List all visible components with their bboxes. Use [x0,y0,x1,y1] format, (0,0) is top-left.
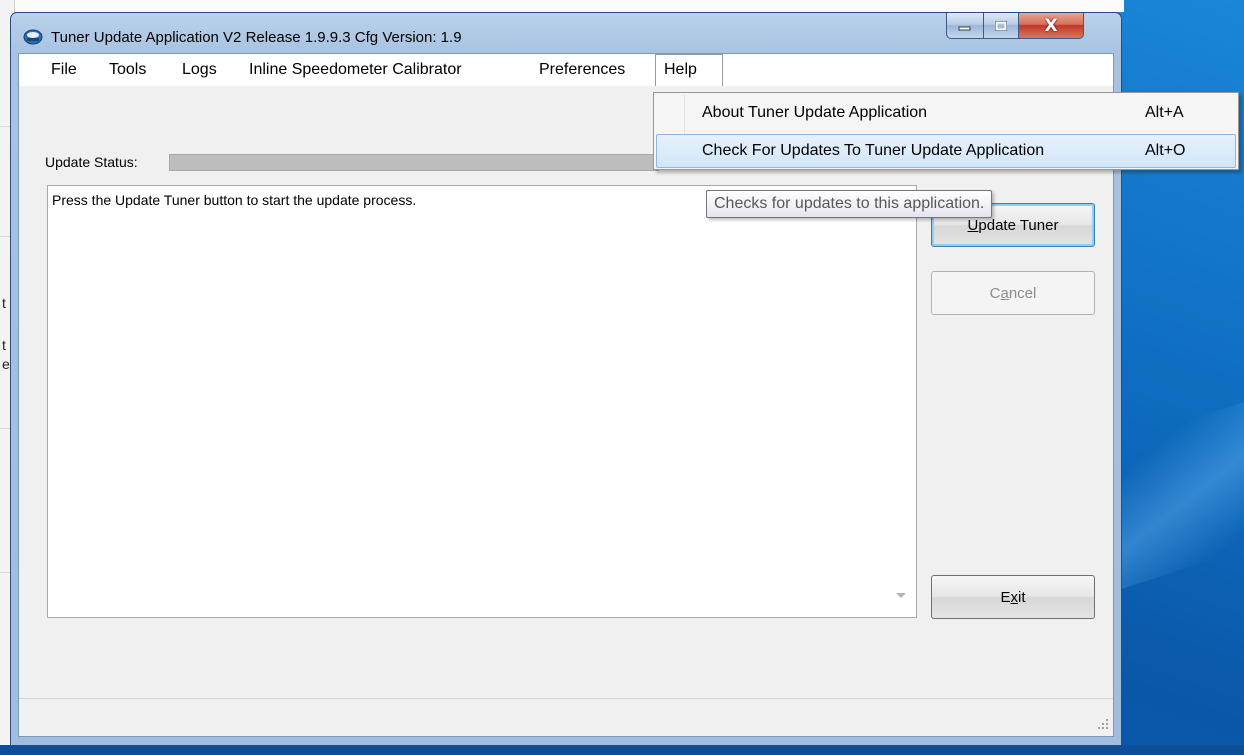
menu-item-check-for-updates-shortcut: Alt+O [1145,142,1186,159]
close-icon: X [1044,15,1058,36]
menu-inline-speedometer-calibrator[interactable]: Inline Speedometer Calibrator [241,54,470,86]
menu-item-about-label: About Tuner Update Application [702,104,928,121]
menu-help[interactable]: Help [655,54,723,86]
window-title: Tuner Update Application V2 Release 1.9.… [51,29,462,46]
help-dropdown-menu: About Tuner Update Application Alt+A Che… [653,92,1239,170]
title-bar[interactable]: Tuner Update Application V2 Release 1.9.… [11,13,1121,53]
app-icon[interactable] [23,27,43,45]
exit-button[interactable]: Exit [931,575,1095,619]
background-window-char: e [2,356,10,372]
menu-bar: File Tools Logs Inline Speedometer Calib… [19,54,1113,86]
update-status-progress [169,154,659,171]
maximize-icon [995,20,1007,31]
taskbar-edge [0,745,1244,755]
minimize-button[interactable] [946,13,984,39]
background-window-char: t [2,337,6,353]
maximize-button[interactable] [983,13,1019,39]
update-status-label: Update Status: [45,154,138,170]
minimize-icon [958,26,971,30]
update-tuner-label: Update Tuner [967,216,1059,234]
scroll-down-icon[interactable] [896,593,906,598]
status-strip-divider [19,698,1113,699]
background-window-char: t [2,295,6,311]
menu-item-about-shortcut: Alt+A [1145,104,1184,121]
close-button[interactable]: X [1018,13,1084,39]
cancel-button[interactable]: Cancel [931,271,1095,315]
menu-preferences[interactable]: Preferences [531,54,633,86]
exit-label: Exit [1000,588,1026,606]
cancel-label: Cancel [989,284,1037,302]
tooltip: Checks for updates to this application. [706,190,993,218]
resize-grip-icon[interactable] [1097,718,1111,732]
menu-item-check-for-updates-label: Check For Updates To Tuner Update Applic… [702,142,1045,159]
log-textbox[interactable]: Press the Update Tuner button to start t… [47,185,917,618]
log-message: Press the Update Tuner button to start t… [52,192,417,208]
menu-item-check-for-updates[interactable]: Check For Updates To Tuner Update Applic… [656,134,1236,168]
menu-item-about[interactable]: About Tuner Update Application Alt+A [656,96,1236,130]
menu-tools[interactable]: Tools [101,54,154,86]
background-window-edge [14,0,1124,12]
menu-file[interactable]: File [43,54,85,86]
menu-logs[interactable]: Logs [174,54,225,86]
